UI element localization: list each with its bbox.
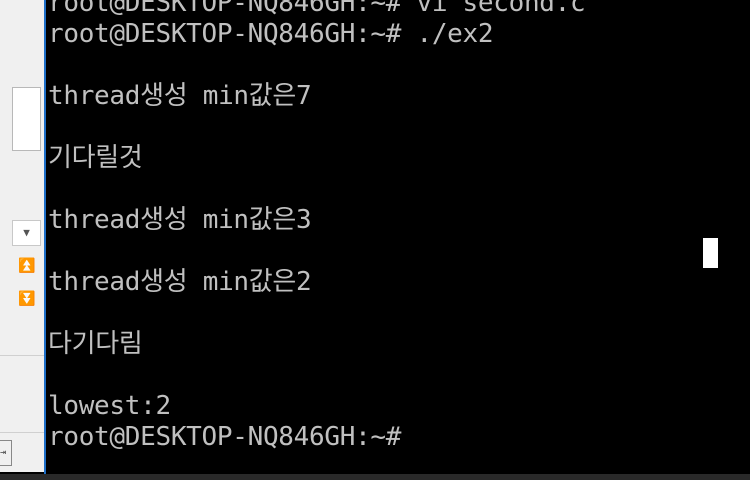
terminal-line: root@DESKTOP-NQ846GH:~# vi second.c <box>48 0 586 18</box>
taskbar-edge <box>0 474 750 480</box>
side-panel: ▼ ⏫ ⏬ ⇥ <box>0 0 44 472</box>
terminal-line: thread생성 min값은2 <box>48 267 312 297</box>
resize-icon[interactable]: ⇥ <box>0 440 12 466</box>
divider <box>0 355 44 356</box>
terminal-line: lowest:2 <box>48 391 171 421</box>
chevron-down-icon: ▼ <box>23 226 30 239</box>
terminal-line: root@DESKTOP-NQ846GH:~# <box>48 422 402 452</box>
terminal-output: root@DESKTOP-NQ846GH:~# vi second.c root@… <box>48 0 586 453</box>
terminal-line: 기다릴것 <box>48 143 143 173</box>
scrollbar-thumb[interactable] <box>12 87 41 151</box>
terminal-line: thread생성 min값은3 <box>48 205 312 235</box>
terminal-line: root@DESKTOP-NQ846GH:~# ./ex2 <box>48 19 494 49</box>
terminal-line: 다기다림 <box>48 329 143 359</box>
terminal-window[interactable]: root@DESKTOP-NQ846GH:~# vi second.c root@… <box>46 0 750 474</box>
terminal-line: thread생성 min값은7 <box>48 81 312 111</box>
divider <box>0 432 44 433</box>
scroll-up-double-icon[interactable]: ⏫ <box>15 258 39 274</box>
dropdown-button[interactable]: ▼ <box>12 220 41 246</box>
terminal-cursor <box>703 238 718 268</box>
scroll-down-double-icon[interactable]: ⏬ <box>15 291 39 307</box>
